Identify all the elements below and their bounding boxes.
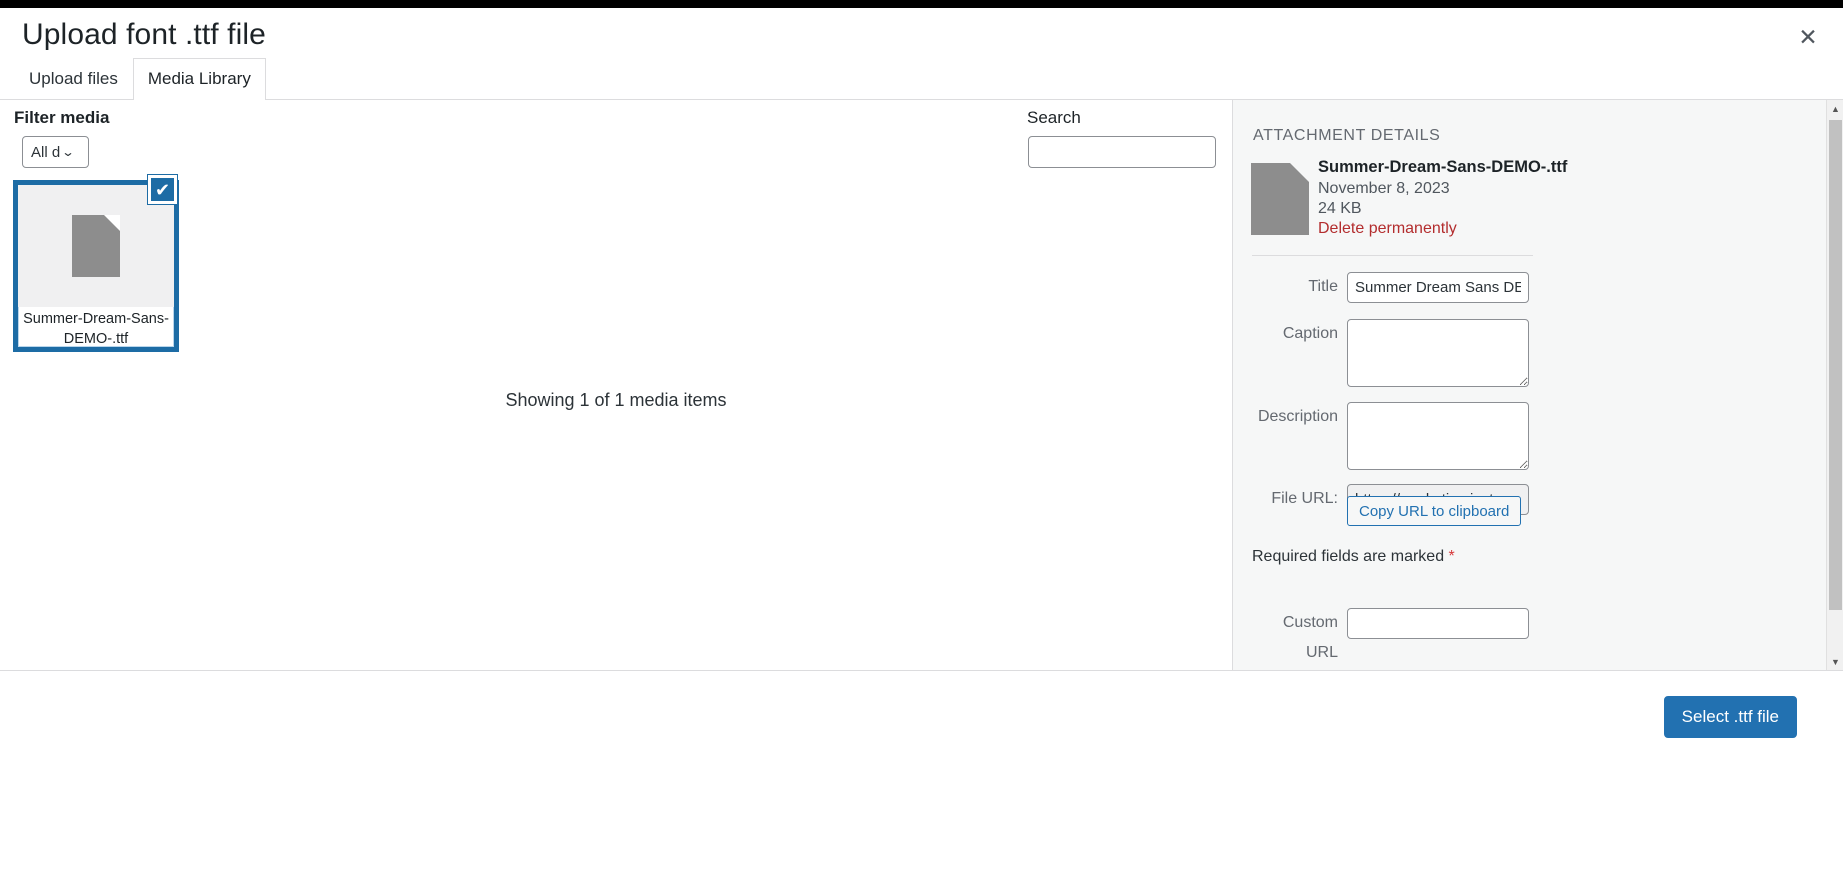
close-icon[interactable]: ✕ bbox=[1787, 16, 1829, 58]
scrollbar-thumb[interactable] bbox=[1829, 120, 1842, 610]
attachment-filename: Summer-Dream-Sans-DEMO-.ttf bbox=[1318, 158, 1568, 176]
tab-upload-files[interactable]: Upload files bbox=[14, 58, 133, 100]
chevron-down-icon: ⌄ bbox=[61, 145, 76, 159]
title-label: Title bbox=[1308, 278, 1338, 295]
required-note-text: Required fields are marked bbox=[1252, 548, 1445, 565]
description-textarea[interactable] bbox=[1347, 402, 1529, 470]
showing-count-text: Showing 1 of 1 media items bbox=[505, 390, 727, 410]
tab-media-library[interactable]: Media Library bbox=[132, 57, 266, 100]
attachment-details-panel: ATTACHMENT DETAILS Summer-Dream-Sans-DEM… bbox=[1232, 100, 1843, 670]
footer-left bbox=[0, 671, 1232, 731]
required-asterisk: * bbox=[1448, 548, 1455, 565]
search-input[interactable] bbox=[1028, 136, 1216, 168]
media-grid-panel: Filter media All d ⌄ Search Summer-Dream… bbox=[0, 100, 1232, 670]
file-icon bbox=[1251, 163, 1309, 235]
modal-footer: Select .ttf file bbox=[0, 670, 1843, 871]
title-input[interactable] bbox=[1347, 272, 1529, 303]
triangle-up-icon[interactable]: ▲ bbox=[1827, 100, 1843, 117]
caption-textarea[interactable] bbox=[1347, 319, 1529, 387]
custom-url-label: Custom URL bbox=[1282, 614, 1338, 661]
required-fields-note: Required fields are marked * bbox=[1252, 548, 1455, 566]
caption-field-row: Caption bbox=[1252, 319, 1542, 387]
copy-url-button[interactable]: Copy URL to clipboard bbox=[1347, 496, 1522, 526]
media-modal: Upload font .ttf file ✕ Upload files Med… bbox=[0, 0, 1843, 871]
details-divider bbox=[1252, 255, 1533, 256]
page-title: Upload font .ttf file bbox=[22, 18, 266, 51]
description-label: Description bbox=[1257, 408, 1338, 425]
delete-permanently-link[interactable]: Delete permanently bbox=[1318, 220, 1457, 238]
title-field-row: Title bbox=[1252, 272, 1542, 303]
filter-date-select[interactable]: All d ⌄ bbox=[22, 136, 89, 168]
media-item-0[interactable]: Summer-Dream-Sans-DEMO-.ttf bbox=[13, 180, 179, 352]
triangle-down-icon[interactable]: ▼ bbox=[1827, 653, 1843, 670]
filter-date-value: All d bbox=[31, 143, 61, 161]
attachment-date: November 8, 2023 bbox=[1318, 180, 1450, 197]
custom-url-field-row: Custom URL bbox=[1252, 608, 1542, 668]
select-ttf-file-button[interactable]: Select .ttf file bbox=[1663, 696, 1797, 738]
top-bar bbox=[0, 0, 1843, 8]
attachment-filesize: 24 KB bbox=[1318, 200, 1362, 217]
media-item-filename: Summer-Dream-Sans-DEMO-.ttf bbox=[23, 311, 169, 347]
tab-list: Upload files Media Library bbox=[14, 57, 266, 100]
checkmark-icon[interactable]: ✔ bbox=[148, 175, 177, 204]
sidebar-scrollbar[interactable]: ▲ ▼ bbox=[1826, 100, 1843, 670]
caption-label: Caption bbox=[1282, 325, 1338, 342]
attachment-details-heading: ATTACHMENT DETAILS bbox=[1253, 127, 1441, 144]
filter-media-label: Filter media bbox=[14, 108, 110, 127]
description-field-row: Description bbox=[1252, 402, 1542, 470]
file-icon bbox=[72, 215, 120, 277]
custom-url-input[interactable] bbox=[1347, 608, 1529, 639]
search-label: Search bbox=[1027, 108, 1081, 127]
file-url-label: File URL: bbox=[1271, 490, 1338, 507]
